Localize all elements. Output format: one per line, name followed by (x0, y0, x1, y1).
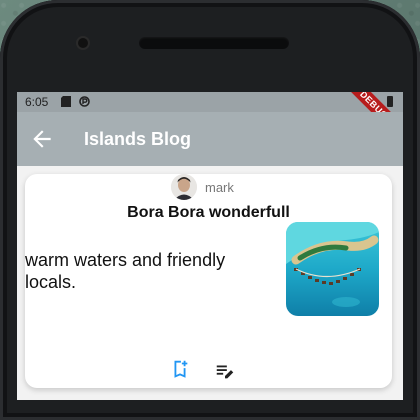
author-photo (171, 174, 197, 200)
arrow-back-icon[interactable] (29, 126, 55, 152)
post-card[interactable]: mark Bora Bora wonderfull warm waters an… (25, 174, 392, 388)
battery-icon (387, 96, 393, 107)
front-camera (78, 38, 88, 48)
app-bar: Islands Blog (17, 112, 403, 166)
post-title: Bora Bora wonderfull (127, 204, 290, 221)
island-photo (286, 222, 379, 316)
earpiece-speaker (139, 37, 289, 49)
phone-frame: 6:05 DEBUG Islands Blog mark Bora Bora w… (0, 0, 420, 420)
data-saver-icon (79, 96, 90, 107)
post-body: warm waters and friendly locals. (25, 250, 226, 292)
status-bar: 6:05 DEBUG (17, 92, 403, 149)
sd-card-icon (61, 96, 71, 107)
author-name: mark (205, 179, 234, 195)
page-title: Islands Blog (84, 129, 192, 149)
post-image (286, 222, 379, 316)
app-screen: 6:05 DEBUG Islands Blog mark Bora Bora w… (17, 92, 403, 400)
edit-note-icon[interactable] (214, 360, 236, 382)
bookmark-add-icon[interactable] (169, 358, 191, 380)
avatar (171, 174, 197, 200)
status-time: 6:05 (25, 95, 49, 109)
author-row: mark (171, 174, 234, 200)
